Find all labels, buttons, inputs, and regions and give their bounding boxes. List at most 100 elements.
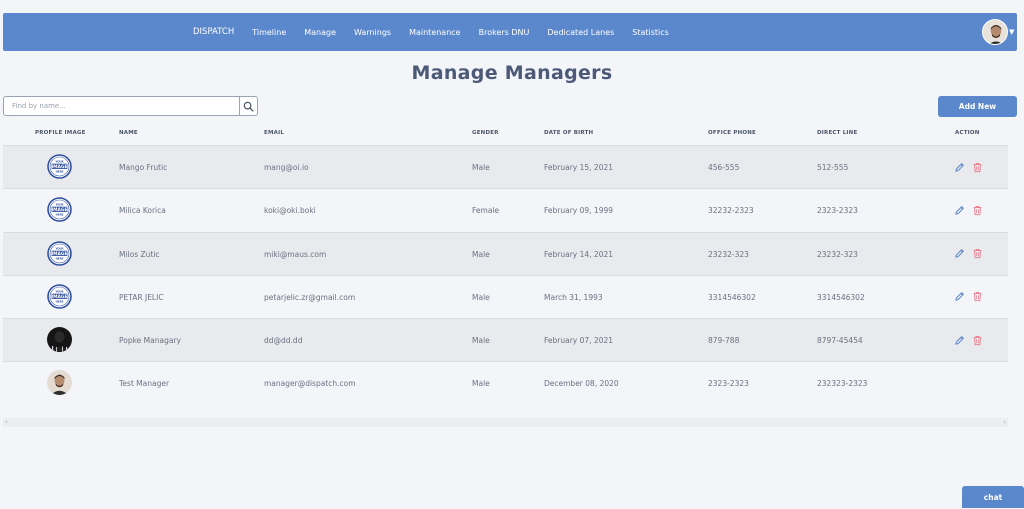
placeholder-text-line3: HERE <box>56 213 64 217</box>
nav-link-manage[interactable]: Manage <box>304 28 336 37</box>
table-row: YOUR IMAGE HERE Mango Frutic mang@oi.io Ma… <box>3 145 1008 189</box>
cell-email: mang@oi.io <box>264 163 309 172</box>
chat-button[interactable]: chat <box>962 486 1024 508</box>
cell-office-phone: 3314546302 <box>708 292 756 302</box>
delete-button[interactable] <box>971 334 983 346</box>
cell-direct-line: 512-555 <box>817 163 849 172</box>
nav-link-warnings[interactable]: Warnings <box>354 28 391 37</box>
add-new-button[interactable]: Add New <box>938 96 1017 117</box>
edit-button[interactable] <box>953 204 965 216</box>
delete-button[interactable] <box>971 248 983 260</box>
row-actions <box>953 204 983 216</box>
pencil-icon <box>954 335 964 345</box>
edit-button[interactable] <box>953 334 965 346</box>
search-icon <box>243 101 254 112</box>
nav-link-brokers-dnu[interactable]: Brokers DNU <box>479 28 530 37</box>
placeholder-text-line3: HERE <box>56 170 64 174</box>
table-row: YOUR IMAGE HERE PETAR JELIC petarjelic.zr… <box>3 274 1008 319</box>
col-date-of-birth: DATE OF BIRTH <box>544 130 594 136</box>
user-avatar[interactable] <box>982 19 1008 45</box>
cell-email: koki@oki.boki <box>264 206 316 216</box>
cell-name: Milica Korica <box>119 206 166 216</box>
page-title: Manage Managers <box>411 62 613 84</box>
edit-button[interactable] <box>953 291 965 303</box>
placeholder-text-line1: YOUR <box>54 289 63 293</box>
delete-button[interactable] <box>971 291 983 303</box>
col-direct-line: DIRECT LINE <box>817 130 858 136</box>
nav-link-dedicated-lanes[interactable]: Dedicated Lanes <box>547 28 614 37</box>
scroll-left-icon[interactable]: ‹ <box>5 418 8 427</box>
nav-links: DISPATCH Timeline Manage Warnings Mainte… <box>193 13 687 51</box>
row-actions <box>953 334 983 346</box>
cell-email: miki@maus.com <box>264 249 327 259</box>
cell-name: Mango Frutic <box>119 163 168 172</box>
row-actions <box>953 161 983 173</box>
cell-direct-line: 232323-2323 <box>817 379 868 389</box>
search-button[interactable] <box>239 96 258 116</box>
col-name: NAME <box>119 130 138 136</box>
col-action: ACTION <box>955 130 980 136</box>
cell-name: Test Manager <box>119 379 170 389</box>
cell-gender: Male <box>472 336 490 346</box>
cell-email: manager@dispatch.com <box>264 379 356 389</box>
cell-office-phone: 456-555 <box>708 163 740 172</box>
cell-email: dd@dd.dd <box>264 336 303 346</box>
cell-office-phone: 879-788 <box>708 336 740 346</box>
row-actions <box>953 248 983 260</box>
nav-brand-dispatch[interactable]: DISPATCH <box>193 27 234 37</box>
cell-name: Popke Managary <box>119 336 181 346</box>
edit-button[interactable] <box>953 161 965 173</box>
trash-icon <box>973 205 981 215</box>
profile-image <box>47 327 72 353</box>
placeholder-image-icon: YOUR IMAGE HERE <box>47 154 72 179</box>
trash-icon <box>973 249 981 259</box>
cell-gender: Male <box>472 163 490 172</box>
top-navbar: DISPATCH Timeline Manage Warnings Mainte… <box>3 13 1017 51</box>
cell-office-phone: 2323-2323 <box>708 379 749 389</box>
search-input[interactable] <box>3 96 239 116</box>
managers-table: PROFILE IMAGE NAME EMAIL GENDER DATE OF … <box>3 124 1008 405</box>
table-row: Popke Managary dd@dd.dd Male February 07, 2… <box>3 318 1008 362</box>
placeholder-text-line1: YOUR <box>54 246 63 250</box>
horizontal-scrollbar[interactable]: ‹ › <box>3 418 1008 427</box>
placeholder-image-icon: YOUR IMAGE HERE <box>47 284 72 309</box>
cell-office-phone: 32232-2323 <box>708 206 754 216</box>
pencil-icon <box>954 162 964 172</box>
placeholder-image-icon: YOUR IMAGE HERE <box>47 197 72 223</box>
placeholder-text-line2: IMAGE <box>51 207 67 213</box>
chevron-down-icon[interactable]: ▼ <box>1009 28 1014 36</box>
nav-link-statistics[interactable]: Statistics <box>632 28 669 37</box>
placeholder-text-line2: IMAGE <box>51 294 67 300</box>
pencil-icon <box>954 205 964 215</box>
cell-name: Milos Zutic <box>119 249 160 259</box>
scroll-right-icon[interactable]: › <box>1003 418 1006 427</box>
placeholder-text-line2: IMAGE <box>51 250 67 256</box>
col-email: EMAIL <box>264 130 285 136</box>
edit-button[interactable] <box>953 248 965 260</box>
cell-date-of-birth: December 08, 2020 <box>544 379 619 389</box>
nav-link-maintenance[interactable]: Maintenance <box>409 28 461 37</box>
pencil-icon <box>954 249 964 258</box>
cell-direct-line: 3314546302 <box>817 292 865 302</box>
placeholder-image-icon: YOUR IMAGE HERE <box>47 240 72 266</box>
delete-button[interactable] <box>971 204 983 216</box>
cell-direct-line: 23232-323 <box>817 249 858 259</box>
placeholder-text-line1: YOUR <box>54 203 63 207</box>
table-row: YOUR IMAGE HERE Milica Korica koki@oki.bo… <box>3 188 1008 232</box>
cell-gender: Female <box>472 206 500 216</box>
delete-button[interactable] <box>971 161 983 173</box>
nav-link-timeline[interactable]: Timeline <box>252 28 286 37</box>
profile-image <box>47 370 72 396</box>
table-body: YOUR IMAGE HERE Mango Frutic mang@oi.io Ma… <box>3 145 1008 405</box>
search-bar <box>3 96 258 116</box>
pencil-icon <box>954 292 964 302</box>
profile-photo-dark <box>47 327 72 353</box>
trash-icon <box>973 162 981 172</box>
cell-date-of-birth: March 31, 1993 <box>544 292 603 302</box>
profile-image: YOUR IMAGE HERE <box>47 197 72 223</box>
cell-name: PETAR JELIC <box>119 292 164 302</box>
table-row: YOUR IMAGE HERE Milos Zutic miki@maus.com… <box>3 231 1008 275</box>
table-row: Test Manager manager@dispatch.com Male Dece… <box>3 361 1008 405</box>
trash-icon <box>973 292 981 302</box>
cell-gender: Male <box>472 379 490 389</box>
